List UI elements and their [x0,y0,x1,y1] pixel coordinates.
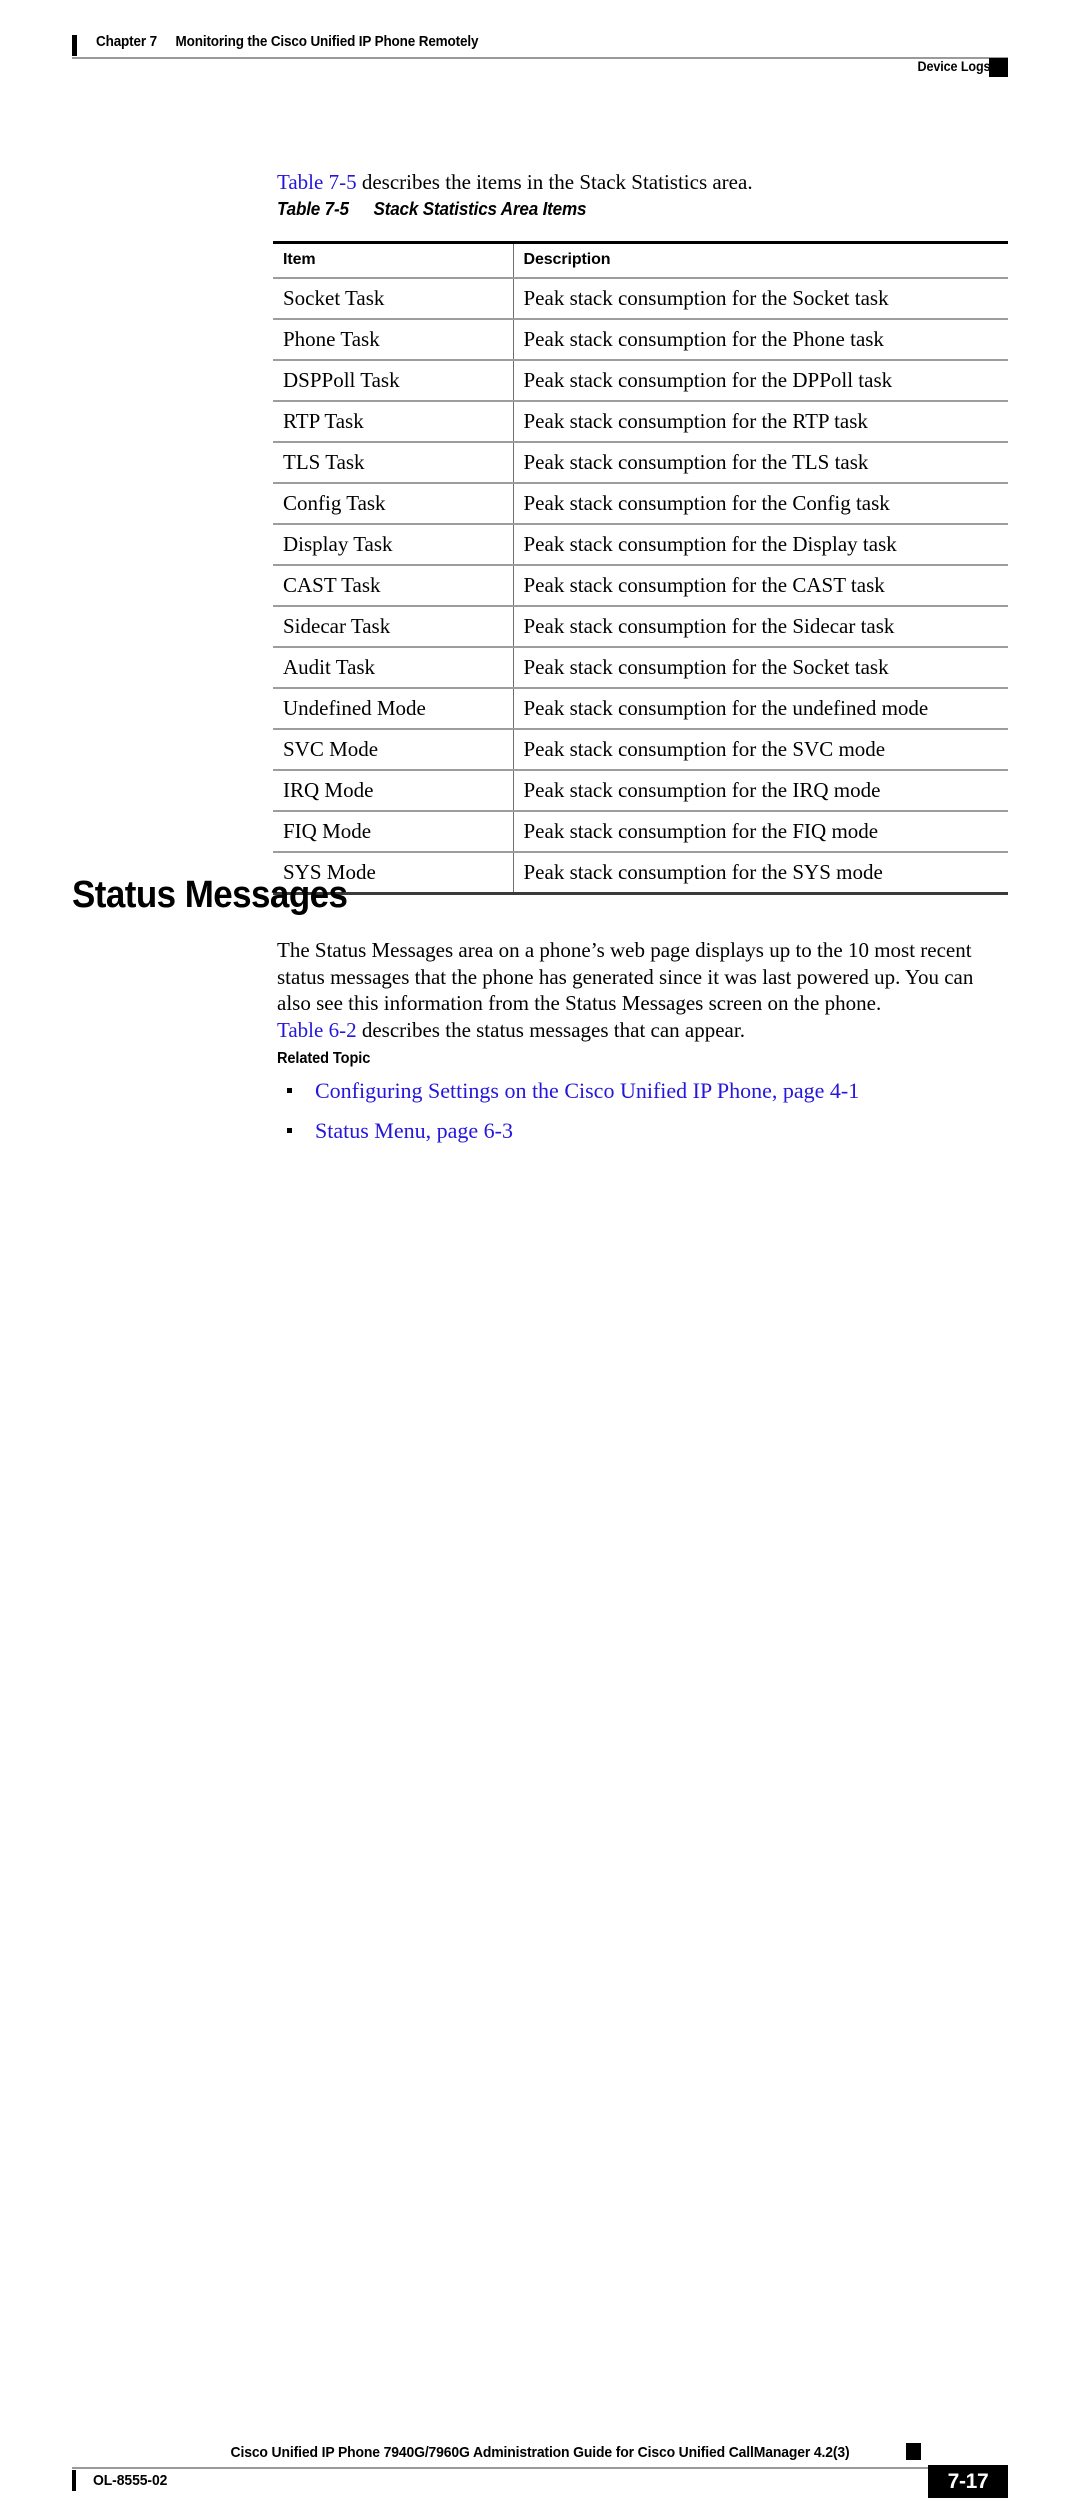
table-row: DSPPoll Task Peak stack consumption for t… [273,360,1008,402]
footer-left-marker [72,2470,76,2491]
table-cell-item: Sidecar Task [273,606,513,648]
column-header-item: Item [273,241,513,279]
table-cell-item: Config Task [273,483,513,525]
table-cell-item: Phone Task [273,319,513,361]
chapter-title: Monitoring the Cisco Unified IP Phone Re… [175,34,479,50]
table-row: CAST Task Peak stack consumption for the … [273,565,1008,607]
table-row: RTP Task Peak stack consumption for the R… [273,401,1008,443]
list-item: Status Menu, page 6-3 [277,1117,1012,1145]
table-caption: Table 7-5 Stack Statistics Area Items [277,199,587,220]
table-row: Sidecar Task Peak stack consumption for t… [273,606,1008,648]
table-cell-item: TLS Task [273,442,513,484]
table-cell-item: CAST Task [273,565,513,607]
table-cell-item: Socket Task [273,278,513,320]
table-header: Item Description [273,241,1008,279]
table-cell-item: Audit Task [273,647,513,689]
page-number-badge: 7-17 [928,2465,1008,2498]
table-cell-description: Peak stack consumption for the SVC mode [512,729,1008,771]
breadcrumb: Chapter 7 Monitoring the Cisco Unified IP… [96,34,478,50]
column-header-description: Description [512,241,1008,279]
table-cell-item: RTP Task [273,401,513,443]
table-cell-description: Peak stack consumption for the FIQ mode [512,811,1008,853]
table-cell-description: Peak stack consumption for the CAST task [512,565,1008,607]
table-6-2-reference-rest: describes the status messages that can a… [356,1018,745,1042]
table-cell-description: Peak stack consumption for the SYS mode [512,852,1008,895]
table-row: TLS Task Peak stack consumption for the T… [273,442,1008,484]
table-row: FIQ Mode Peak stack consumption for the F… [273,811,1008,853]
table-row: SYS Mode Peak stack consumption for the S… [273,852,1008,895]
header-section-marker: Device Logs [917,59,990,74]
header-left-marker [72,35,77,56]
related-topic-heading: Related Topic [277,1050,371,1067]
table-cell-description: Peak stack consumption for the TLS task [512,442,1008,484]
related-topic-link[interactable]: Status Menu, page 6-3 [315,1118,513,1143]
intro-sentence: Table 7-5 describes the items in the Sta… [277,169,1017,196]
header-tab-square-icon [989,58,1008,77]
table-caption-title: Stack Statistics Area Items [373,199,587,219]
table-header-row: Item Description [273,241,1008,279]
table-6-2-reference-line: Table 6-2 describes the status messages … [277,1017,1012,1044]
page-footer: Cisco Unified IP Phone 7940G/7960G Admin… [0,1215,1080,2498]
table-6-2-xref-link[interactable]: Table 6-2 [277,1018,357,1042]
table-row: Phone Task Peak stack consumption for the… [273,319,1008,361]
table-row: Config Task Peak stack consumption for th… [273,483,1008,525]
table-cell-description: Peak stack consumption for the Sidecar t… [512,606,1008,648]
table-cell-item: SVC Mode [273,729,513,771]
related-topic-link[interactable]: Configuring Settings on the Cisco Unifie… [315,1078,859,1103]
document-page: Chapter 7 Monitoring the Cisco Unified IP… [0,0,1080,2498]
footer-rule [72,2467,937,2469]
stack-statistics-table: Item Description Socket Task Peak stack c… [273,241,1008,895]
table-cell-description: Peak stack consumption for the Display t… [512,524,1008,566]
table-cell-description: Peak stack consumption for the Socket ta… [512,278,1008,320]
table-cell-description: Peak stack consumption for the Socket ta… [512,647,1008,689]
table-cell-description: Peak stack consumption for the IRQ mode [512,770,1008,812]
table-cell-item: DSPPoll Task [273,360,513,402]
table-row: Display Task Peak stack consumption for t… [273,524,1008,566]
table-cell-item: Display Task [273,524,513,566]
page-header: Chapter 7 Monitoring the Cisco Unified IP… [0,0,1080,92]
bullet-icon [287,1088,292,1093]
table-cell-item: IRQ Mode [273,770,513,812]
list-item: Configuring Settings on the Cisco Unifie… [277,1077,1012,1105]
table-cell-description: Peak stack consumption for the RTP task [512,401,1008,443]
table-row: SVC Mode Peak stack consumption for the S… [273,729,1008,771]
intro-sentence-rest: describes the items in the Stack Statist… [356,170,753,194]
chapter-label: Chapter 7 [96,34,157,50]
table-cell-description: Peak stack consumption for the Phone tas… [512,319,1008,361]
table-caption-number: Table 7-5 [277,199,349,219]
table-row: IRQ Mode Peak stack consumption for the I… [273,770,1008,812]
related-topic-list: Configuring Settings on the Cisco Unifie… [277,1077,1012,1157]
status-messages-paragraph: The Status Messages area on a phone’s we… [277,938,974,1015]
table-cell-description: Peak stack consumption for the undefined… [512,688,1008,730]
footer-tab-square-icon [906,2443,921,2460]
footer-document-id: OL-8555-02 [93,2472,168,2489]
table-cell-item: Undefined Mode [273,688,513,730]
page-title: Status Messages [72,874,348,917]
header-rule [72,57,1008,59]
table-cell-item: FIQ Mode [273,811,513,853]
table-row: Undefined Mode Peak stack consumption for… [273,688,1008,730]
table-7-5-xref-link[interactable]: Table 7-5 [277,170,357,194]
table-cell-description: Peak stack consumption for the DPPoll ta… [512,360,1008,402]
table-body: Socket Task Peak stack consumption for th… [273,278,1008,895]
bullet-icon [287,1128,292,1133]
table-cell-description: Peak stack consumption for the Config ta… [512,483,1008,525]
table-row: Audit Task Peak stack consumption for the… [273,647,1008,689]
table-row: Socket Task Peak stack consumption for th… [273,278,1008,320]
footer-guide-title: Cisco Unified IP Phone 7940G/7960G Admin… [230,2444,850,2461]
